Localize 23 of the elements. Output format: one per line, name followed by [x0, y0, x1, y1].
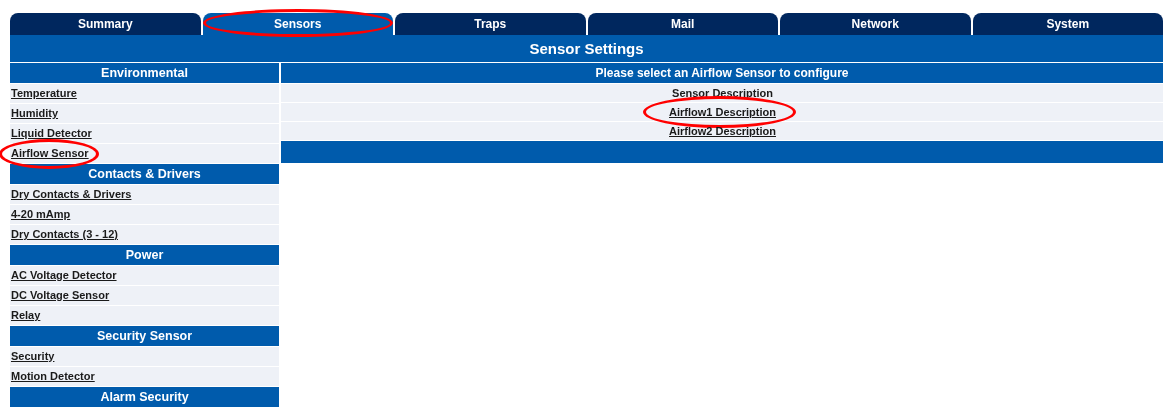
page-title: Sensor Settings — [10, 35, 1163, 63]
sidebar-link[interactable]: Humidity — [11, 107, 59, 119]
nav-tab[interactable]: System — [972, 13, 1163, 35]
sidebar-link[interactable]: 4-20 mAmp — [11, 208, 71, 220]
sensor-link[interactable]: Airflow1 Description — [669, 106, 776, 118]
sidebar-link[interactable]: Liquid Detector — [11, 127, 92, 139]
section-header: Security Sensor — [10, 326, 279, 346]
nav-tab[interactable]: Summary — [10, 13, 201, 35]
sidebar-link[interactable]: Airflow Sensor — [11, 147, 89, 159]
sensor-link[interactable]: Airflow2 Description — [669, 125, 776, 137]
nav-tab[interactable]: Mail — [587, 13, 778, 35]
section-header: Contacts & Drivers — [10, 164, 279, 184]
section-header: Power — [10, 245, 279, 265]
sidebar-link[interactable]: Security — [11, 350, 55, 362]
section-header: Alarm Security — [10, 387, 279, 407]
sidebar-link[interactable]: Relay — [11, 309, 41, 321]
sidebar-link[interactable]: Motion Detector — [11, 370, 95, 382]
nav-tab[interactable]: Network — [780, 13, 971, 35]
nav-tab[interactable]: Traps — [395, 13, 586, 35]
section-header: Environmental — [10, 63, 279, 83]
column-heading: Sensor Description — [672, 87, 773, 99]
sidebar-link[interactable]: Temperature — [11, 87, 77, 99]
panel-header: Please select an Airflow Sensor to configure — [281, 63, 1163, 83]
